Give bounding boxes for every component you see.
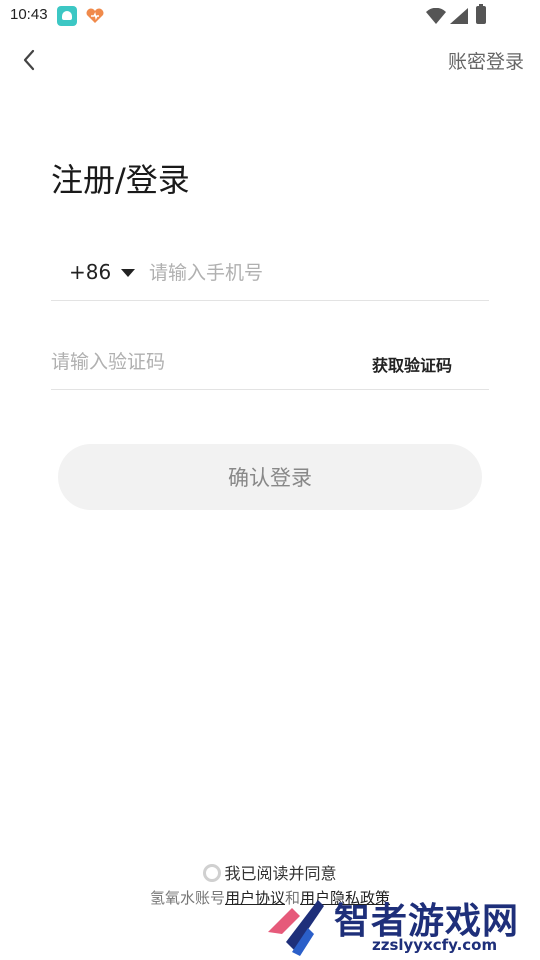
status-time: 10:43 xyxy=(10,6,48,23)
wifi-icon xyxy=(426,8,446,24)
watermark: 智者游戏网 zzslyyxcfy.com xyxy=(262,892,540,960)
battery-icon xyxy=(476,4,486,24)
phone-input[interactable] xyxy=(149,255,479,291)
system-indicators xyxy=(426,4,506,26)
page-title: 注册/登录 xyxy=(51,161,190,199)
heart-notification-icon xyxy=(85,8,105,24)
chevron-left-icon xyxy=(23,49,35,71)
app-notification-icon xyxy=(57,6,77,26)
brand-prefix: 氢氧水账号 xyxy=(149,889,225,907)
agree-radio[interactable] xyxy=(203,864,222,882)
caret-down-icon[interactable] xyxy=(121,269,135,277)
agree-text: 我已阅读并同意 xyxy=(224,864,337,883)
country-code-selector[interactable]: +86 xyxy=(69,260,111,284)
confirm-login-button[interactable]: 确认登录 xyxy=(58,444,482,510)
signal-icon xyxy=(450,8,468,24)
get-code-button[interactable]: 获取验证码 xyxy=(372,352,452,376)
watermark-url: zzslyyxcfy.com xyxy=(372,936,498,954)
code-field-row: 获取验证码 xyxy=(51,340,489,390)
back-button[interactable] xyxy=(16,46,44,74)
status-bar: 10:43 xyxy=(0,0,540,32)
password-login-link[interactable]: 账密登录 xyxy=(448,47,524,74)
verification-code-input[interactable] xyxy=(51,344,351,380)
phone-field-row: +86 xyxy=(51,250,489,301)
agreement-row: 我已阅读并同意 xyxy=(0,860,540,884)
watermark-logo xyxy=(268,900,324,956)
